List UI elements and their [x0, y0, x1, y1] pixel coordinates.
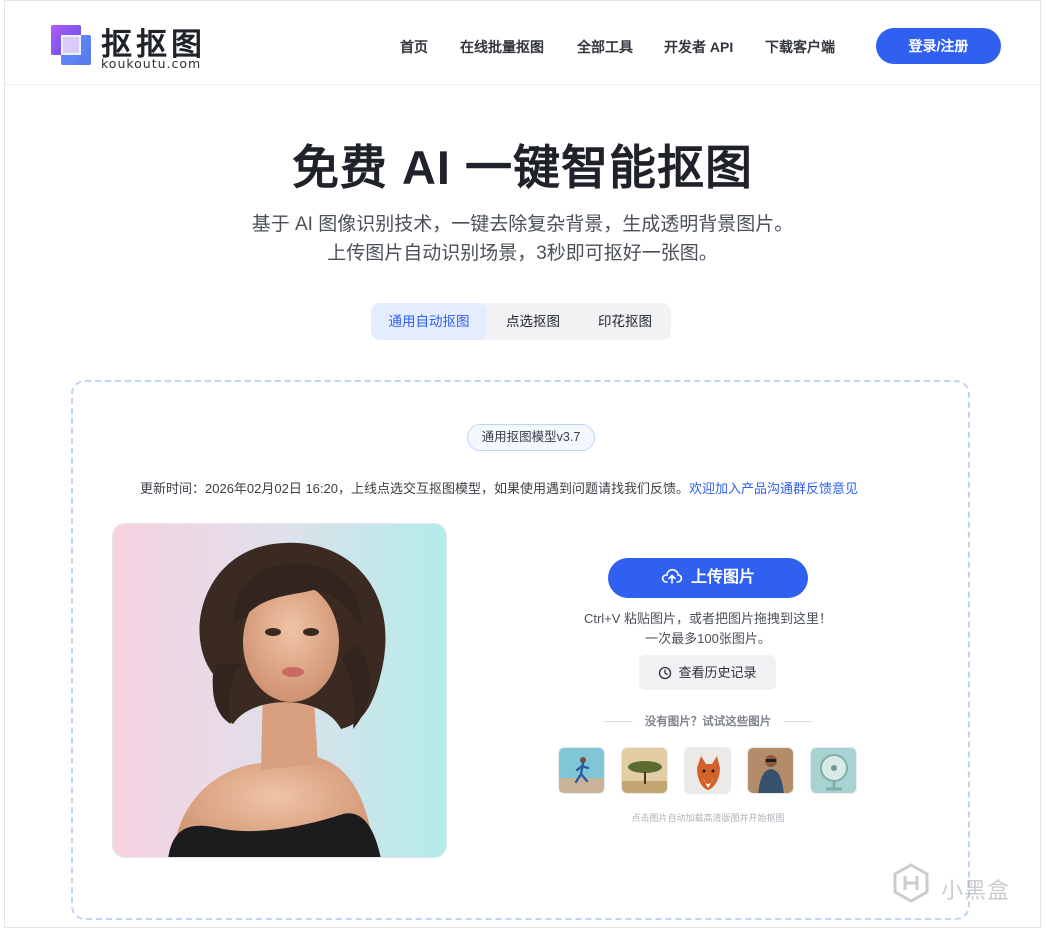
- sample-tree-icon: [622, 748, 667, 793]
- page-frame: 抠抠图 koukoutu.com 首页 在线批量抠图 全部工具 开发者 API …: [4, 0, 1041, 928]
- sample-man-icon: [748, 748, 793, 793]
- cloud-upload-icon: [661, 569, 683, 585]
- tab-auto-cutout[interactable]: 通用自动抠图: [371, 303, 487, 340]
- login-register-button[interactable]: 登录/注册: [876, 28, 1001, 64]
- nav-batch-cutout[interactable]: 在线批量抠图: [460, 37, 544, 57]
- tab-point-cutout[interactable]: 点选抠图: [487, 303, 579, 340]
- tab-print-cutout[interactable]: 印花抠图: [579, 303, 671, 340]
- site-header: 抠抠图 koukoutu.com 首页 在线批量抠图 全部工具 开发者 API …: [5, 1, 1040, 85]
- sample-tree-thumbnail[interactable]: [621, 747, 668, 794]
- portrait-illustration: [113, 524, 446, 857]
- page-title: 免费 AI 一键智能抠图: [291, 141, 754, 194]
- nav-download-client[interactable]: 下载客户端: [765, 37, 835, 57]
- watermark-logo-icon: [893, 863, 929, 903]
- nav-developer-api[interactable]: 开发者 API: [664, 37, 733, 57]
- sample-runner-thumbnail[interactable]: [558, 747, 605, 794]
- feedback-group-link[interactable]: 欢迎加入产品沟通群反馈意见: [689, 481, 858, 496]
- divider-right: [783, 721, 813, 722]
- update-notice: 更新时间：2026年02月02日 16:20，上线点选交互抠图模型，如果使用遇到…: [140, 478, 858, 497]
- watermark-text: 小黑盒: [941, 878, 1011, 903]
- limit-hint: 一次最多100张图片。: [645, 631, 771, 646]
- nav-home[interactable]: 首页: [400, 37, 428, 57]
- hero-subtitle-line1: 基于 AI 图像识别技术，一键去除复杂背景，生成透明背景图片。: [251, 214, 794, 235]
- sample-fan-icon: [811, 748, 856, 793]
- brand-domain: koukoutu.com: [101, 56, 202, 71]
- watermark: 小黑盒: [889, 861, 1029, 911]
- demo-preview-image: [112, 523, 447, 858]
- logo[interactable]: 抠抠图 koukoutu.com: [51, 21, 221, 71]
- sample-fox-thumbnail[interactable]: [684, 747, 731, 794]
- sample-fox-icon: [685, 748, 730, 793]
- mode-tabs: 通用自动抠图 点选抠图 印花抠图: [371, 303, 671, 340]
- history-label: 查看历史记录: [678, 665, 757, 680]
- logo-icon: [51, 25, 91, 65]
- view-history-button[interactable]: 查看历史记录: [639, 655, 776, 690]
- update-text: 更新时间：2026年02月02日 16:20，上线点选交互抠图模型，如果使用遇到…: [140, 481, 689, 496]
- model-version-badge: 通用抠图模型v3.7: [467, 424, 595, 451]
- history-icon: [659, 666, 672, 679]
- try-samples-label: 没有图片？试试这些图片: [644, 716, 772, 728]
- sample-runner-icon: [559, 748, 604, 793]
- paste-hint: Ctrl+V 粘贴图片，或者把图片拖拽到这里！: [583, 611, 833, 626]
- hero-subtitle-line2: 上传图片自动识别场景，3秒即可抠好一张图。: [327, 243, 718, 264]
- sample-man-thumbnail[interactable]: [747, 747, 794, 794]
- upload-button-label: 上传图片: [690, 569, 755, 586]
- sample-fan-thumbnail[interactable]: [810, 747, 857, 794]
- upload-image-button[interactable]: 上传图片: [608, 558, 808, 598]
- nav-all-tools[interactable]: 全部工具: [577, 37, 633, 57]
- sample-note: 点击图片自动加载高清版图并开始抠图: [631, 813, 785, 823]
